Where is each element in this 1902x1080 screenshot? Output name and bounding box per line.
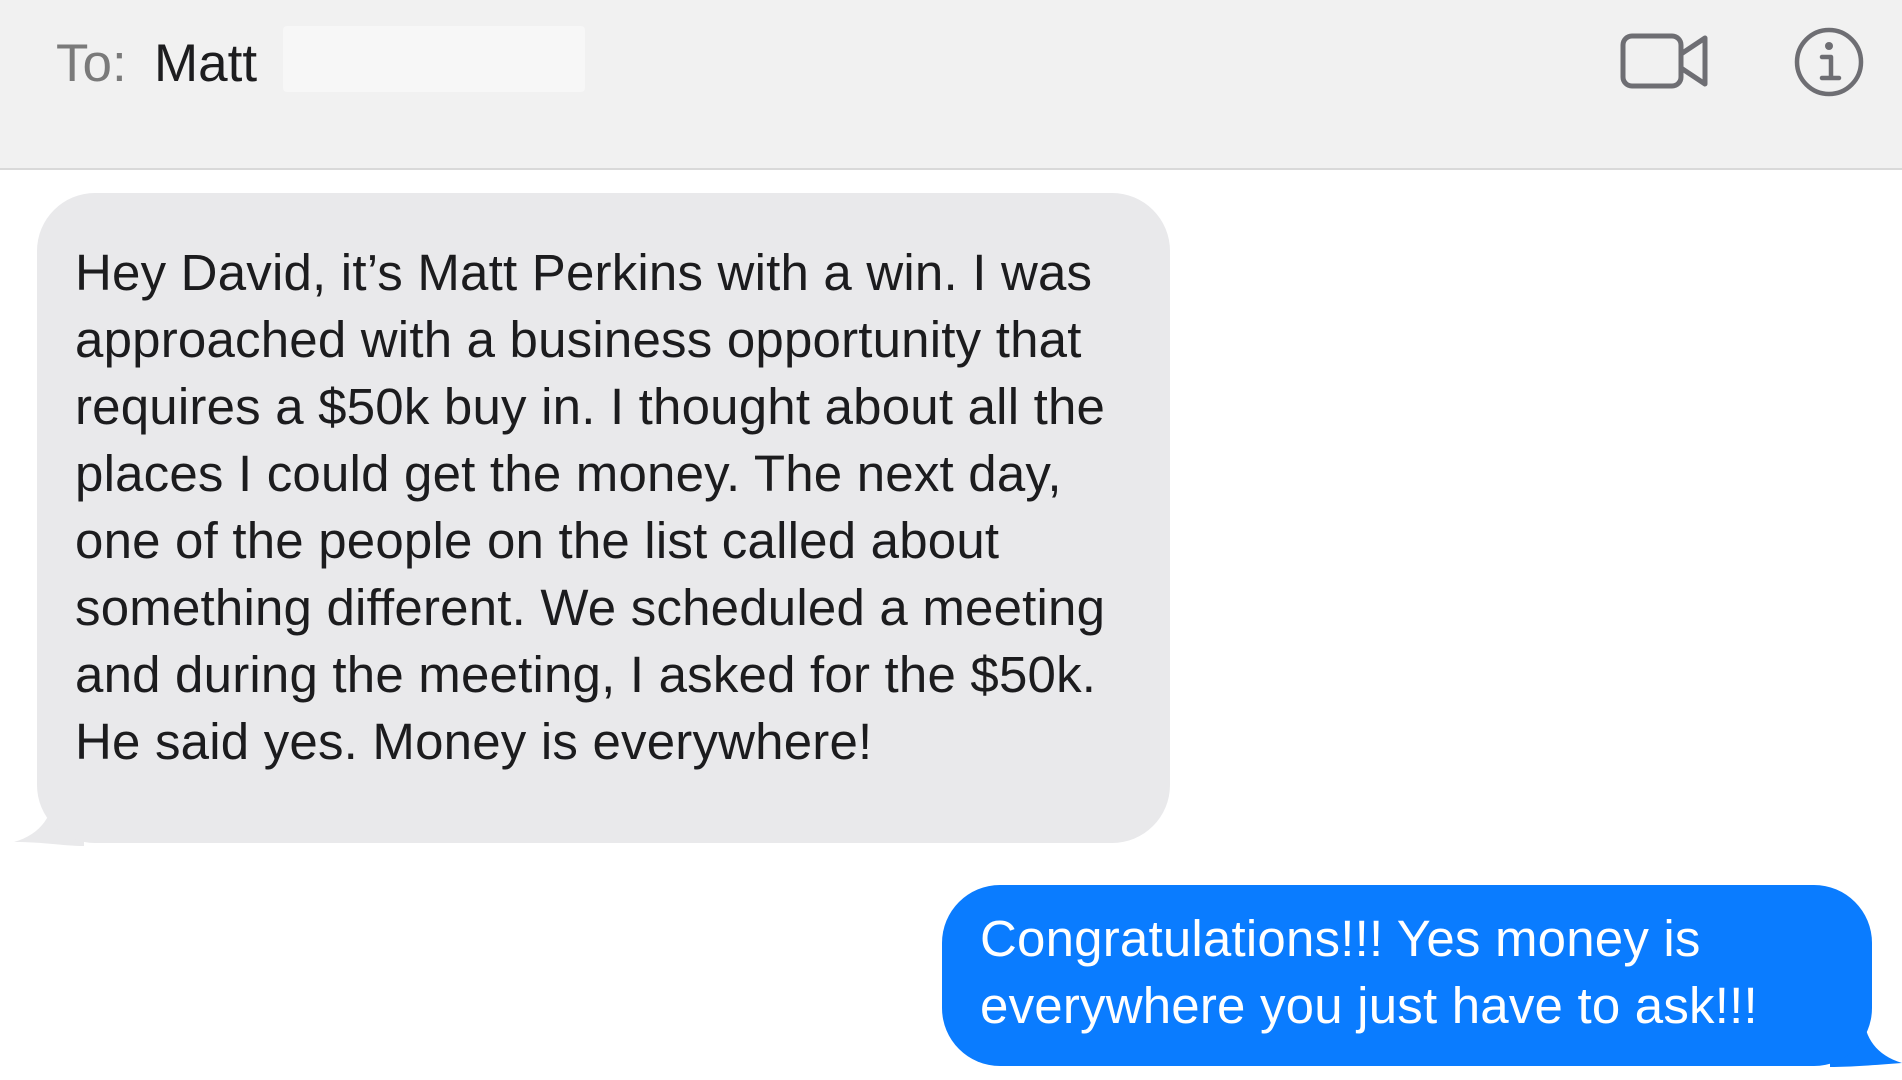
video-camera-icon[interactable]	[1620, 30, 1710, 92]
messages-window: To: Matt Hey David, it’s Matt Perkins wi…	[0, 0, 1902, 1080]
incoming-message-bubble[interactable]: Hey David, it’s Matt Perkins with a win.…	[37, 193, 1170, 843]
recipient-name[interactable]: Matt	[154, 34, 257, 94]
outgoing-message-bubble[interactable]: Congratulations!!! Yes money is everywhe…	[942, 885, 1872, 1066]
recipient-redacted-area	[283, 26, 585, 92]
info-icon[interactable]	[1793, 26, 1865, 98]
to-label: To:	[56, 34, 127, 93]
message-transcript[interactable]: Hey David, it’s Matt Perkins with a win.…	[0, 170, 1902, 1080]
conversation-header: To: Matt	[0, 0, 1902, 170]
